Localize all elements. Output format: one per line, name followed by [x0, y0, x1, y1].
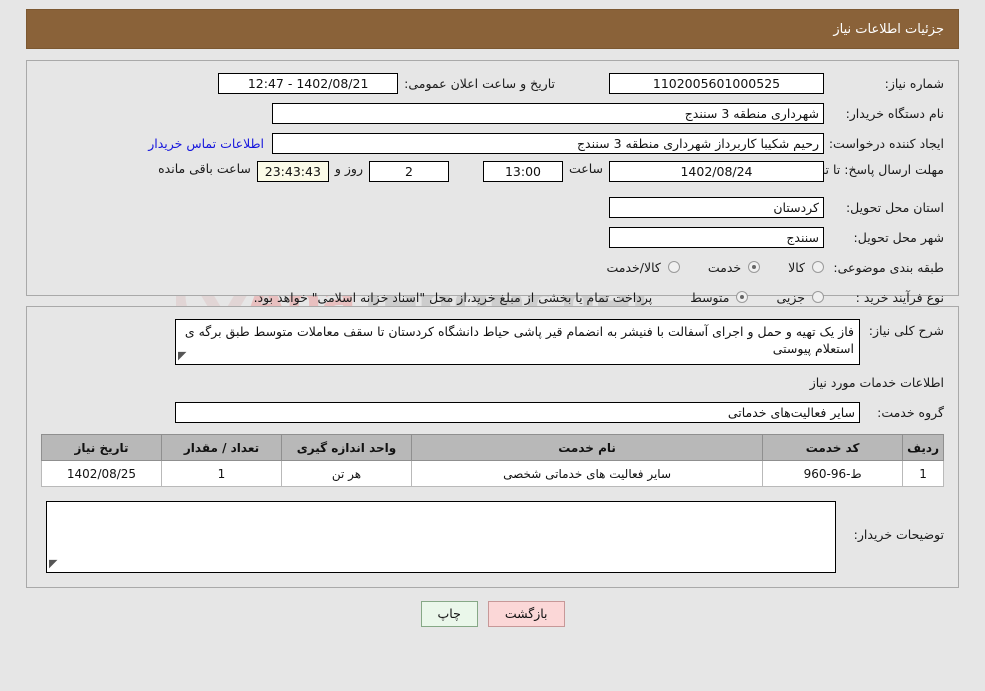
process-label: نوع فرآیند خرید : — [855, 289, 944, 305]
buyer-notes-label: توضیحات خریدار: — [853, 527, 944, 542]
table-cell-unit: هر تن — [281, 460, 412, 487]
resize-grip-icon[interactable]: ◤ — [178, 347, 186, 364]
table-cell-service-code: ط-96-960 — [762, 460, 904, 487]
city-value: سنندج — [609, 226, 824, 248]
countdown-timer: 23:43:43 — [256, 161, 329, 182]
days-remaining-value: 2 — [368, 161, 449, 182]
buyer-contact-link[interactable]: اطلاعات تماس خریدار — [140, 136, 272, 151]
need-number-value: 1102005601000525 — [609, 72, 824, 94]
table-header-cell: تعداد / مقدار — [161, 434, 282, 461]
radio-icon[interactable] — [667, 261, 680, 273]
process-radio-group: جزیی متوسط — [662, 290, 824, 305]
category-option-kala-khedmat[interactable]: کالا/خدمت — [606, 259, 680, 275]
creator-value: رحیم شکیبا کاربرداز شهرداری منطقه 3 سنند… — [272, 132, 824, 154]
radio-icon[interactable] — [748, 261, 761, 273]
row-service-group: گروه خدمت: سایر فعالیت‌های خدماتی — [41, 400, 944, 424]
need-number-label: شماره نیاز: — [884, 75, 944, 91]
description-label: شرح کلی نیاز: — [868, 323, 944, 338]
need-info-panel: شماره نیاز: 1102005601000525 تاریخ و ساع… — [26, 60, 959, 305]
radio-icon[interactable] — [812, 261, 824, 273]
page-title: جزئیات اطلاعات نیاز — [833, 21, 944, 37]
row-description: شرح کلی نیاز: فاز یک تهیه و حمل و اجرای … — [41, 319, 944, 365]
announce-label: تاریخ و ساعت اعلان عمومی: — [404, 75, 555, 91]
table-cell-quantity: 1 — [161, 460, 282, 487]
services-section-title: اطلاعات خدمات مورد نیاز — [809, 375, 944, 390]
row-province: استان محل تحویل: کردستان — [41, 195, 944, 219]
announce-value: 1402/08/21 - 12:47 — [218, 72, 399, 94]
buyer-notes-textarea[interactable]: ◤ — [46, 501, 836, 573]
category-option-kala[interactable]: کالا — [788, 260, 824, 275]
category-label: طبقه بندی موضوعی: — [833, 259, 944, 275]
table-header-cell: ردیف — [902, 434, 944, 461]
buyer-org-value: شهرداری منطقه 3 سنندج — [272, 102, 824, 124]
province-label: استان محل تحویل: — [845, 199, 944, 215]
hour-label: ساعت — [568, 161, 603, 176]
table-header-cell: واحد اندازه گیری — [281, 434, 412, 461]
process-option-label: متوسط — [690, 289, 730, 305]
table-header-cell: نام خدمت — [410, 434, 764, 461]
process-note: پرداخت تمام یا بخشی از مبلغ خرید،از محل … — [253, 289, 653, 305]
service-group-value: سایر فعالیت‌های خدماتی — [175, 401, 860, 423]
process-option-label: جزیی — [776, 289, 805, 305]
row-need-number: شماره نیاز: 1102005601000525 تاریخ و ساع… — [41, 71, 944, 95]
category-option-label: کالا — [788, 259, 805, 275]
table-header-cell: تاریخ نیاز — [41, 434, 162, 461]
print-button[interactable]: چاپ — [420, 601, 478, 627]
resize-grip-icon[interactable]: ◤ — [49, 555, 57, 572]
footer-button-bar: بازگشت چاپ — [0, 601, 985, 627]
city-label: شهر محل تحویل: — [853, 229, 944, 245]
table-header-cell: کد خدمت — [762, 434, 904, 461]
deadline-label: مهلت ارسال پاسخ: تا تاریخ: — [799, 162, 944, 177]
row-buyer-notes: توضیحات خریدار: ◤ — [41, 501, 944, 573]
process-option-motevaset[interactable]: متوسط — [690, 289, 749, 305]
deadline-time-value: 13:00 — [482, 161, 563, 182]
category-option-khedmat[interactable]: خدمت — [707, 259, 761, 275]
table-cell-row-number: 1 — [902, 460, 944, 487]
row-deadline: مهلت ارسال پاسخ: تا تاریخ: 1402/08/24 سا… — [41, 161, 944, 185]
category-option-label: کالا/خدمت — [606, 259, 661, 275]
row-buyer-org: نام دستگاه خریدار: شهرداری منطقه 3 سنندج — [41, 101, 944, 125]
services-panel: شرح کلی نیاز: فاز یک تهیه و حمل و اجرای … — [26, 306, 959, 588]
deadline-date-value: 1402/08/24 — [609, 161, 824, 182]
category-option-label: خدمت — [707, 259, 742, 275]
creator-label: ایجاد کننده درخواست: — [828, 135, 944, 151]
description-textarea[interactable]: فاز یک تهیه و حمل و اجرای آسفالت با فنیش… — [175, 319, 860, 365]
category-radio-group: کالا خدمت کالا/خدمت — [578, 260, 824, 275]
buyer-org-label: نام دستگاه خریدار: — [845, 105, 944, 121]
province-value: کردستان — [609, 196, 824, 218]
service-group-label: گروه خدمت: — [877, 404, 944, 420]
row-creator: ایجاد کننده درخواست: رحیم شکیبا کاربرداز… — [41, 131, 944, 155]
page-header: جزئیات اطلاعات نیاز — [26, 9, 959, 49]
page-root: جزئیات اطلاعات نیاز شماره نیاز: 11020056… — [0, 9, 985, 627]
radio-icon[interactable] — [812, 291, 824, 303]
process-option-jozii[interactable]: جزیی — [776, 290, 824, 305]
remaining-hours-label: ساعت باقی مانده — [158, 161, 251, 176]
row-category: طبقه بندی موضوعی: کالا خدمت کالا/خدمت — [41, 255, 944, 279]
row-city: شهر محل تحویل: سنندج — [41, 225, 944, 249]
back-button[interactable]: بازگشت — [487, 601, 565, 627]
services-table: ردیف کد خدمت نام خدمت واحد اندازه گیری ت… — [41, 434, 944, 487]
description-value: فاز یک تهیه و حمل و اجرای آسفالت با فنیش… — [184, 324, 854, 356]
table-header-row: ردیف کد خدمت نام خدمت واحد اندازه گیری ت… — [41, 434, 944, 461]
table-cell-service-name: سایر فعالیت های خدماتی شخصی — [410, 460, 764, 487]
days-label: روز و — [334, 161, 363, 176]
radio-icon[interactable] — [736, 291, 749, 303]
table-cell-need-date: 1402/08/25 — [41, 460, 162, 487]
table-row: 1 ط-96-960 سایر فعالیت های خدماتی شخصی ه… — [41, 460, 944, 487]
